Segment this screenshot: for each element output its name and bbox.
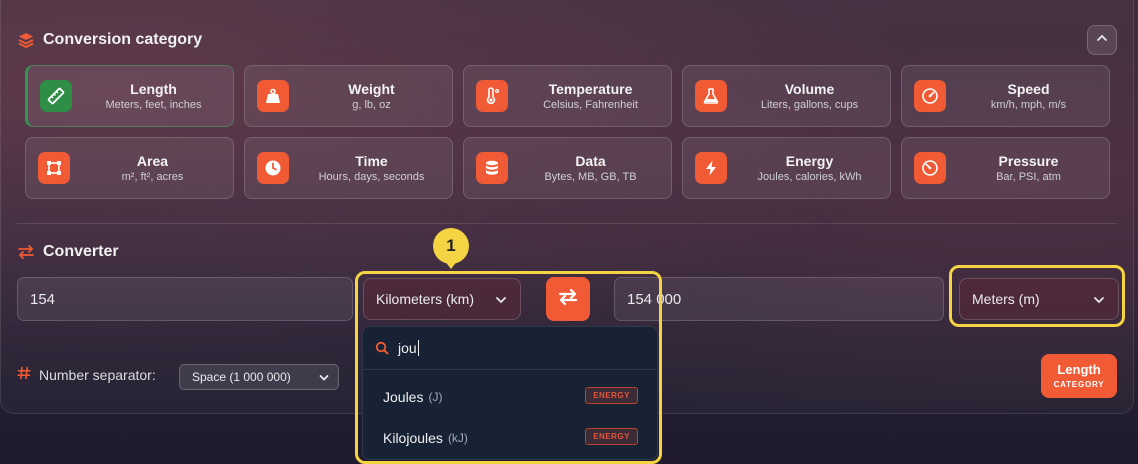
number-separator-text: Number separator: — [39, 366, 156, 383]
category-card-speed[interactable]: Speed km/h, mph, m/s — [901, 65, 1110, 127]
unit-search-input[interactable]: jou — [398, 340, 417, 356]
category-title: Area — [136, 153, 169, 169]
unit-option-kilojoules[interactable]: Kilojoules (kJ) ENERGY — [363, 418, 657, 458]
converter-section-header: Converter — [17, 243, 119, 261]
number-separator-label: Number separator: — [17, 366, 156, 383]
category-card-data[interactable]: Data Bytes, MB, GB, TB — [463, 137, 672, 199]
number-separator-value: Space (1 000 000) — [192, 370, 291, 384]
category-subtitle: Hours, days, seconds — [318, 171, 425, 183]
category-card-weight[interactable]: Weight g, lb, oz — [244, 65, 453, 127]
layers-icon — [17, 31, 35, 49]
category-badge-subtitle: CATEGORY — [1053, 380, 1105, 389]
bolt-icon — [695, 152, 727, 184]
category-card-time[interactable]: Time Hours, days, seconds — [244, 137, 453, 199]
category-badge: Length CATEGORY — [1041, 354, 1117, 398]
category-subtitle: Joules, calories, kWh — [757, 171, 862, 183]
category-title: Length — [130, 81, 177, 97]
category-subtitle: g, lb, oz — [352, 99, 391, 111]
category-card-energy[interactable]: Energy Joules, calories, kWh — [682, 137, 891, 199]
category-title: Time — [355, 153, 388, 169]
category-card-volume[interactable]: Volume Liters, gallons, cups — [682, 65, 891, 127]
chevron-up-icon — [1095, 31, 1109, 50]
unit-option-abbr: (kJ) — [447, 431, 468, 445]
category-title: Energy — [785, 153, 834, 169]
hash-icon — [17, 366, 31, 383]
category-subtitle: Bytes, MB, GB, TB — [544, 171, 637, 183]
unit-category-tag: ENERGY — [585, 387, 638, 404]
database-icon — [476, 152, 508, 184]
unit-option-label: Kilojoules — [383, 430, 443, 446]
chevron-down-icon — [318, 372, 330, 387]
category-card-pressure[interactable]: Pressure Bar, PSI, atm — [901, 137, 1110, 199]
category-subtitle: Celsius, Fahrenheit — [543, 99, 638, 111]
ruler-icon — [40, 80, 72, 112]
swap-arrows-icon — [17, 243, 35, 261]
unit-option-label: Joules — [383, 389, 424, 405]
unit-option-joules[interactable]: Joules (J) ENERGY — [363, 377, 657, 417]
category-card-length[interactable]: Length Meters, feet, inches — [25, 65, 234, 127]
flask-icon — [695, 80, 727, 112]
section-divider — [17, 223, 1117, 224]
category-title: Speed — [1007, 81, 1050, 97]
category-subtitle: Meters, feet, inches — [105, 99, 202, 111]
clock-icon — [257, 152, 289, 184]
unit-option-abbr: (J) — [428, 390, 443, 404]
from-value-input[interactable]: 154 — [17, 277, 353, 321]
converter-section-title: Converter — [43, 243, 119, 260]
search-icon — [375, 341, 389, 355]
text-caret — [417, 340, 419, 356]
category-title: Temperature — [548, 81, 633, 97]
area-icon — [38, 152, 70, 184]
category-subtitle: m², ft², acres — [121, 171, 184, 183]
number-separator-select[interactable]: Space (1 000 000) — [179, 364, 339, 390]
step-marker-pointer — [444, 260, 458, 269]
highlight-to-unit-select — [949, 265, 1125, 327]
unit-search-field[interactable]: jou — [363, 327, 657, 370]
weight-icon — [257, 80, 289, 112]
category-subtitle: Liters, gallons, cups — [760, 99, 859, 111]
unit-category-tag: ENERGY — [585, 428, 638, 445]
category-card-area[interactable]: Area m², ft², acres — [25, 137, 234, 199]
step-marker: 1 — [433, 228, 469, 264]
category-badge-title: Length — [1057, 362, 1101, 377]
category-subtitle: km/h, mph, m/s — [990, 99, 1067, 111]
unit-dropdown: jou Joules (J) ENERGY Kilojoules (kJ) EN… — [362, 326, 658, 460]
gauge-icon — [914, 152, 946, 184]
category-title: Data — [575, 153, 606, 169]
category-subtitle: Bar, PSI, atm — [996, 171, 1061, 183]
category-card-temperature[interactable]: Temperature Celsius, Fahrenheit — [463, 65, 672, 127]
category-section-header: Conversion category — [17, 31, 202, 49]
category-title: Pressure — [998, 153, 1059, 169]
speedometer-icon — [914, 80, 946, 112]
collapse-button[interactable] — [1087, 25, 1117, 55]
category-title: Weight — [348, 81, 395, 97]
category-title: Volume — [784, 81, 835, 97]
category-section-title: Conversion category — [43, 31, 203, 48]
thermometer-icon — [476, 80, 508, 112]
to-value-output[interactable]: 154 000 — [614, 277, 944, 321]
